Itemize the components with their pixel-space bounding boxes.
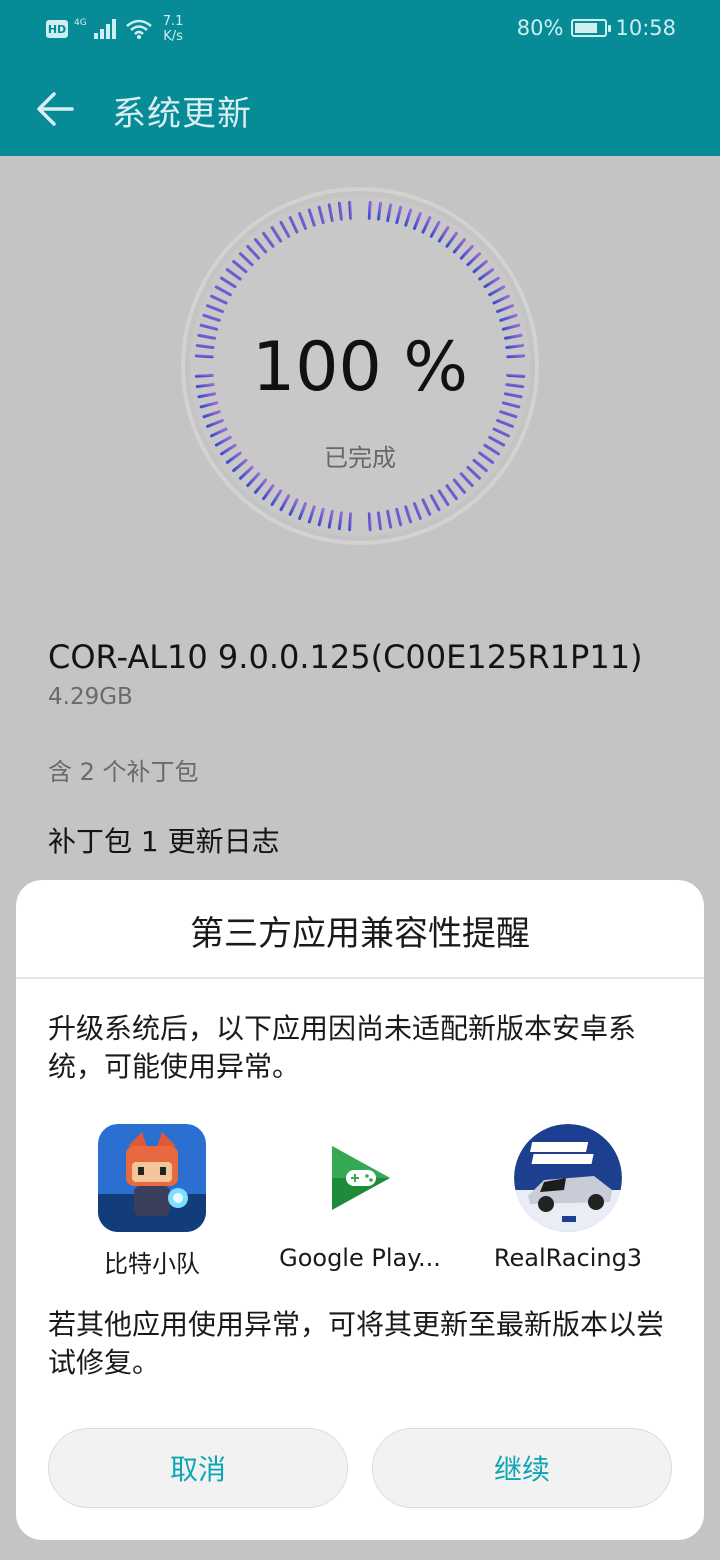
update-version: COR-AL10 9.0.0.125(C00E125R1P11) (48, 638, 643, 676)
dialog-title: 第三方应用兼容性提醒 (190, 914, 530, 954)
battery-fill (575, 23, 598, 33)
status-bar: HD 4G 7.1 K/s 80% 10:58 (0, 0, 720, 62)
update-size: 4.29GB (48, 684, 133, 710)
app-item-real-racing-3: RealRacing3 (468, 1124, 668, 1272)
app-bar: 系统更新 (0, 62, 720, 156)
dialog-divider (16, 977, 704, 979)
continue-button[interactable]: 继续 (372, 1428, 672, 1508)
speed-value: 7.1 (162, 14, 184, 29)
hd-badge: HD (46, 20, 68, 38)
app-label: Google Play... (279, 1244, 441, 1272)
app-item-bit-squad: 比特小队 (52, 1124, 252, 1279)
progress-status: 已完成 (324, 444, 396, 472)
cancel-button[interactable]: 取消 (48, 1428, 348, 1508)
compatibility-dialog: 第三方应用兼容性提醒 升级系统后，以下应用因尚未适配新版本安卓系统，可能使用异常… (16, 880, 704, 1540)
progress-tick (377, 201, 383, 221)
wifi-icon (125, 19, 152, 39)
dialog-message: 升级系统后，以下应用因尚未适配新版本安卓系统，可能使用异常。 (48, 1012, 637, 1083)
battery-icon (571, 19, 612, 37)
progress-tick (377, 511, 383, 531)
network-speed: 7.1 K/s (163, 14, 184, 44)
progress-percent: 100 % (251, 328, 469, 407)
status-right: 80% 10:58 (517, 16, 676, 40)
arrow-left-icon[interactable] (32, 86, 78, 132)
progress-tick (337, 201, 343, 221)
page-title: 系统更新 (112, 94, 252, 134)
patch-count: 含 2 个补丁包 (48, 758, 199, 786)
real-racing-icon (514, 1124, 622, 1232)
incompatible-apps: 比特小队 Google Play... RealRacing3 (16, 1124, 704, 1284)
battery-percent: 80% (516, 16, 564, 40)
speed-unit: K/s (163, 29, 183, 44)
patch-changelog-link[interactable]: 补丁包 1 更新日志 (48, 820, 280, 860)
dialog-hint: 若其他应用使用异常，可将其更新至最新版本以尝试修复。 (48, 1308, 665, 1379)
game-character-icon (98, 1124, 206, 1232)
progress-tick (348, 200, 353, 220)
progress-tick (367, 512, 372, 532)
progress-tick (348, 512, 353, 532)
progress-tick (367, 200, 372, 220)
status-left: HD 4G 7.1 K/s (46, 14, 183, 44)
signal-icon (93, 19, 116, 39)
network-type: 4G (74, 18, 87, 28)
app-label: 比特小队 (104, 1250, 200, 1278)
clock: 10:58 (615, 16, 676, 40)
google-play-games-icon (306, 1124, 414, 1232)
app-label: RealRacing3 (493, 1244, 643, 1272)
app-item-google-play-games: Google Play... (260, 1124, 460, 1272)
progress-tick (337, 511, 343, 531)
